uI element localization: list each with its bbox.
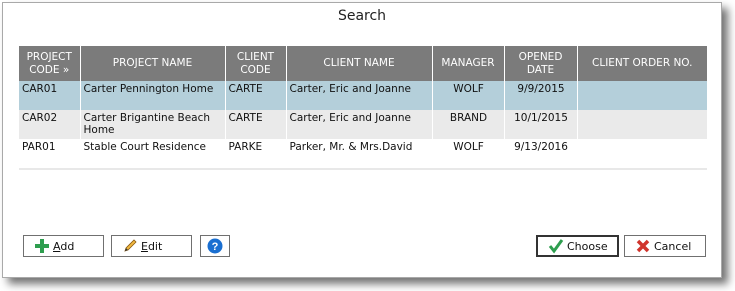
choose-button[interactable]: Choose [536, 235, 619, 257]
cell-client-order-no [577, 110, 707, 139]
help-icon: ? [207, 238, 223, 254]
table-row[interactable]: PAR01 Stable Court Residence PARKE Parke… [19, 139, 707, 168]
column-header-project-code[interactable]: PROJECT CODE » [19, 46, 81, 81]
table-row[interactable]: CAR01 Carter Pennington Home CARTE Carte… [19, 81, 707, 110]
cell-client-name: Parker, Mr. & Mrs.David [286, 139, 433, 168]
search-dialog: Search PROJECT CODE » PROJECT NAME CLIENT… [2, 2, 722, 278]
header-row: PROJECT CODE » PROJECT NAME CLIENT CODE CL… [19, 46, 707, 81]
results-table: PROJECT CODE » PROJECT NAME CLIENT CODE CL… [19, 46, 707, 168]
cell-client-code: CARTE [225, 110, 287, 139]
x-icon [635, 238, 651, 254]
cell-project-code: CAR02 [19, 110, 81, 139]
cell-client-code: PARKE [225, 139, 287, 168]
cell-client-order-no [577, 139, 707, 168]
pencil-icon [122, 238, 138, 254]
cell-project-name: Stable Court Residence [80, 139, 226, 168]
dialog-title: Search [337, 8, 387, 24]
help-button[interactable]: ? [200, 235, 230, 257]
cell-opened-date: 10/1/2015 [504, 110, 578, 139]
edit-button-label: Edit [141, 239, 163, 253]
svg-text:?: ? [212, 241, 219, 253]
table-row[interactable]: CAR02 Carter Brigantine Beach Home CARTE… [19, 110, 707, 139]
plus-icon [34, 238, 50, 254]
cancel-button-label: Cancel [654, 239, 692, 253]
cell-client-code: CARTE [225, 81, 287, 110]
cell-manager: WOLF [432, 81, 505, 110]
column-header-client-name[interactable]: CLIENT NAME [286, 46, 433, 81]
column-header-opened-date[interactable]: OPENED DATE [504, 46, 578, 81]
column-header-project-name[interactable]: PROJECT NAME [80, 46, 226, 81]
cell-manager: BRAND [432, 110, 505, 139]
cell-client-order-no [577, 81, 707, 110]
column-header-manager[interactable]: MANAGER [432, 46, 505, 81]
add-button-label: Add [53, 239, 75, 253]
choose-button-label: Choose [567, 239, 608, 253]
column-header-client-order-no[interactable]: CLIENT ORDER NO. [577, 46, 707, 81]
results-grid: PROJECT CODE » PROJECT NAME CLIENT CODE CL… [19, 46, 707, 170]
cell-project-name: Carter Brigantine Beach Home [80, 110, 226, 139]
cell-client-name: Carter, Eric and Joanne [286, 110, 433, 139]
cell-project-code: CAR01 [19, 81, 81, 110]
cell-client-name: Carter, Eric and Joanne [286, 81, 433, 110]
cell-opened-date: 9/9/2015 [504, 81, 578, 110]
cell-manager: WOLF [432, 139, 505, 168]
cell-opened-date: 9/13/2016 [504, 139, 578, 168]
column-header-client-code[interactable]: CLIENT CODE [225, 46, 287, 81]
edit-button[interactable]: Edit [111, 235, 192, 257]
checkmark-icon [548, 238, 564, 254]
cell-project-name: Carter Pennington Home [80, 81, 226, 110]
cancel-button[interactable]: Cancel [624, 235, 706, 257]
cell-project-code: PAR01 [19, 139, 81, 168]
add-button[interactable]: Add [23, 235, 104, 257]
